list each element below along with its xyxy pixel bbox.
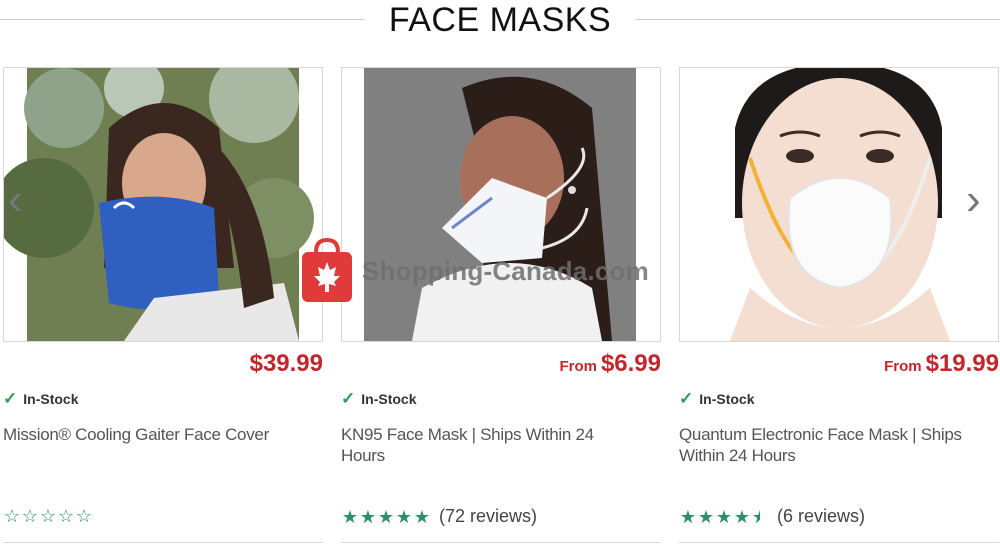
stock-label: In-Stock (361, 391, 417, 407)
stock-status: ✓ In-Stock (3, 389, 78, 409)
star-full-icon: ★ (733, 506, 751, 527)
header-rule-right (635, 19, 1000, 20)
star-rating: ★ ★ ★ ★ ★ (679, 507, 769, 527)
star-full-icon: ★ (679, 506, 697, 527)
section-header: FACE MASKS (0, 0, 1000, 44)
product-image[interactable] (679, 67, 999, 342)
star-full-icon: ★ (413, 506, 431, 527)
check-icon: ✓ (679, 389, 694, 408)
product-price: From $19.99 (884, 350, 999, 378)
stock-status: ✓ In-Stock (341, 389, 416, 409)
star-empty-icon: ☆ (3, 506, 21, 526)
carousel-next-arrow-icon[interactable]: › (966, 178, 981, 222)
star-full-icon: ★ (359, 506, 377, 527)
review-count-link[interactable]: (6 reviews) (777, 506, 865, 527)
star-empty-icon: ☆ (39, 506, 57, 526)
stock-label: In-Stock (699, 391, 755, 407)
price-prefix: From (884, 358, 922, 375)
star-rating: ☆ ☆ ☆ ☆ ☆ (3, 506, 93, 526)
star-full-icon: ★ (697, 506, 715, 527)
product-name-link[interactable]: Quantum Electronic Face Mask | Ships Wit… (679, 424, 979, 466)
star-full-icon: ★ (395, 506, 413, 527)
star-half-icon: ★ (751, 506, 769, 527)
product-image[interactable] (3, 67, 323, 342)
star-full-icon: ★ (377, 506, 395, 527)
product-name-link[interactable]: KN95 Face Mask | Ships Within 24 Hours (341, 424, 641, 466)
card-divider (679, 542, 999, 543)
product-price: From $6.99 (559, 350, 661, 378)
price-amount: $6.99 (600, 350, 661, 377)
price-amount: $19.99 (925, 350, 999, 377)
stock-label: In-Stock (23, 391, 79, 407)
star-empty-icon: ☆ (21, 506, 39, 526)
kn95-mask-photo (342, 68, 660, 341)
product-card[interactable]: From $6.99 ✓ In-Stock KN95 Face Mask | Sh… (341, 67, 661, 543)
star-full-icon: ★ (341, 506, 359, 527)
product-card[interactable]: $39.99 ✓ In-Stock Mission® Cooling Gaite… (3, 67, 323, 543)
card-divider (341, 542, 661, 543)
product-rating: ★ ★ ★ ★ ★ (72 reviews) (341, 506, 537, 527)
product-rating: ☆ ☆ ☆ ☆ ☆ (3, 506, 93, 526)
neck-gaiter-photo (4, 68, 322, 341)
card-divider (3, 542, 323, 543)
price-amount: $39.99 (249, 350, 323, 377)
product-price: $39.99 (246, 350, 323, 378)
check-icon: ✓ (341, 389, 356, 408)
star-rating: ★ ★ ★ ★ ★ (341, 507, 431, 527)
product-image[interactable] (341, 67, 661, 342)
check-icon: ✓ (3, 389, 18, 408)
stock-status: ✓ In-Stock (679, 389, 754, 409)
product-rating: ★ ★ ★ ★ ★ (6 reviews) (679, 506, 865, 527)
star-full-icon: ★ (715, 506, 733, 527)
review-count-link[interactable]: (72 reviews) (439, 506, 537, 527)
price-prefix: From (559, 358, 597, 375)
carousel-prev-arrow-icon[interactable]: ‹ (8, 178, 23, 222)
electronic-mask-photo (680, 68, 998, 341)
product-name-link[interactable]: Mission® Cooling Gaiter Face Cover (3, 424, 303, 445)
section-title: FACE MASKS (388, 1, 612, 39)
product-card[interactable]: From $19.99 ✓ In-Stock Quantum Electronic… (679, 67, 999, 543)
star-empty-icon: ☆ (75, 506, 93, 526)
star-empty-icon: ☆ (57, 506, 75, 526)
